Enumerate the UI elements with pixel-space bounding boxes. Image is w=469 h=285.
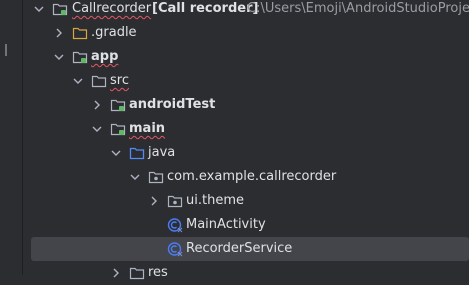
test-folder-icon <box>110 93 126 117</box>
tree-row-androidtest[interactable]: androidTest <box>0 93 469 117</box>
tree-row-main[interactable]: main <box>0 117 469 141</box>
project-tree: Callrecorder [Call recorder] C:\Users\Em… <box>0 0 469 280</box>
project-path: C:\Users\Emoji\AndroidStudioProjects <box>247 1 469 16</box>
chevron-down-icon[interactable] <box>33 0 45 21</box>
tree-label: com.example.callrecorder <box>167 169 337 184</box>
package-icon <box>148 165 164 189</box>
tree-label: main <box>129 121 166 136</box>
tree-label: .gradle <box>91 25 137 40</box>
tree-row-mainactivity[interactable]: MainActivity <box>0 213 469 237</box>
source-set-folder-icon <box>110 117 126 141</box>
resources-folder-icon <box>129 261 145 285</box>
tree-label: RecorderService <box>186 241 293 256</box>
tree-row-callrecorder[interactable]: Callrecorder [Call recorder] C:\Users\Em… <box>0 0 469 21</box>
chevron-down-icon[interactable] <box>129 165 141 189</box>
module-folder-icon <box>52 0 68 21</box>
source-root-folder-icon <box>129 141 145 165</box>
tree-label: androidTest <box>129 97 216 112</box>
tree-row-ui-theme[interactable]: ui.theme <box>0 189 469 213</box>
tree-label: res <box>148 265 168 280</box>
tree-row-recorderservice[interactable]: RecorderService <box>31 237 469 261</box>
tree-label: Callrecorder <box>72 1 152 16</box>
chevron-right-icon[interactable] <box>110 261 122 285</box>
module-folder-icon <box>72 45 88 69</box>
chevron-down-icon[interactable] <box>110 141 122 165</box>
tree-label: MainActivity <box>186 217 266 232</box>
folder-icon <box>91 69 107 93</box>
module-name-label: [Call recorder] <box>152 1 259 16</box>
tree-row-gradle[interactable]: .gradle <box>0 21 469 45</box>
tree-label: src <box>110 73 129 88</box>
excluded-folder-icon <box>72 21 88 45</box>
chevron-down-icon[interactable] <box>72 69 84 93</box>
tree-row-package[interactable]: com.example.callrecorder <box>0 165 469 189</box>
chevron-down-icon[interactable] <box>91 117 103 141</box>
tree-label: ui.theme <box>186 193 244 208</box>
kotlin-class-icon <box>167 237 183 261</box>
tree-row-src[interactable]: src <box>0 69 469 93</box>
chevron-down-icon[interactable] <box>53 45 65 69</box>
tree-row-app[interactable]: app <box>0 45 469 69</box>
tree-row-java[interactable]: java <box>0 141 469 165</box>
package-icon <box>167 189 183 213</box>
chevron-right-icon[interactable] <box>148 189 160 213</box>
tree-row-res[interactable]: res <box>0 261 469 285</box>
tree-label: app <box>91 49 119 64</box>
tree-label: java <box>148 145 176 160</box>
chevron-right-icon[interactable] <box>53 21 65 45</box>
kotlin-class-icon <box>167 213 183 237</box>
chevron-right-icon[interactable] <box>91 93 103 117</box>
